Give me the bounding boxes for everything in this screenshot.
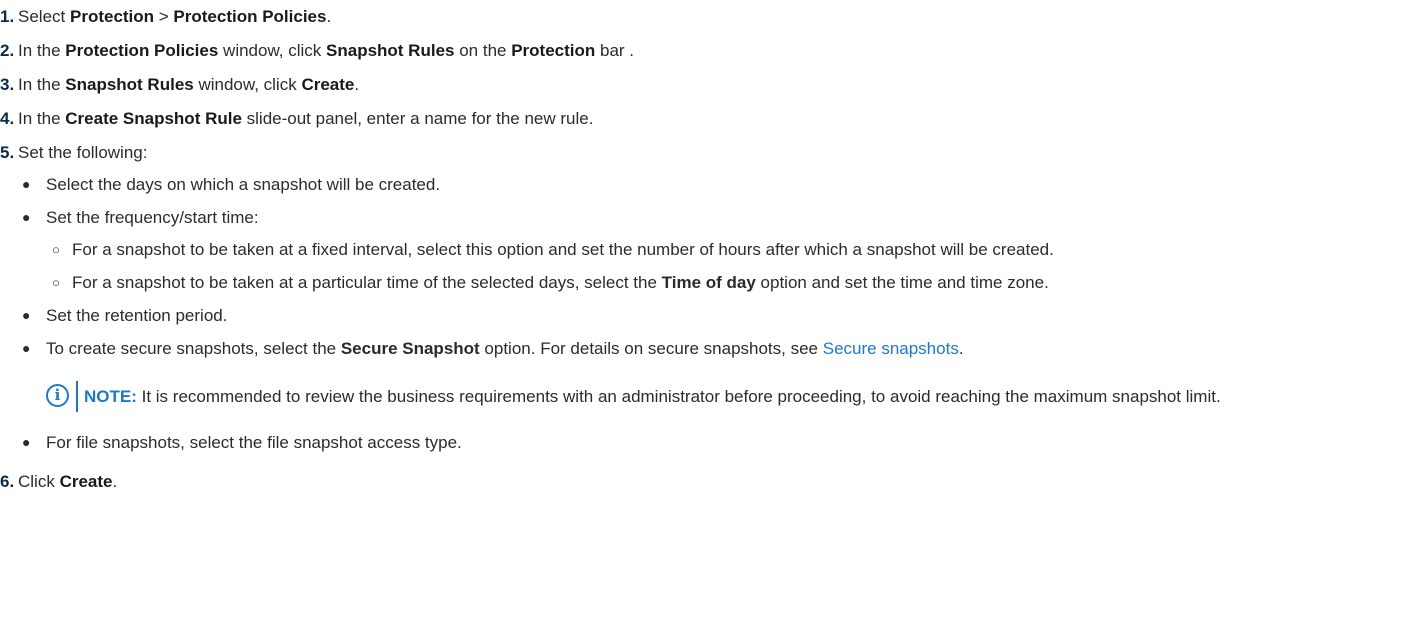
list-item: ○ For a snapshot to be taken at a partic…	[46, 270, 1412, 295]
bullet-icon: ●	[22, 307, 31, 323]
step-number: 2.	[0, 41, 15, 60]
step-number: 3.	[0, 75, 15, 94]
step-number: 5.	[0, 143, 15, 162]
settings-list: ● Select the days on which a snapshot wi…	[0, 172, 1418, 361]
bullet-icon: ●	[22, 176, 31, 192]
info-icon: i	[46, 384, 69, 407]
secure-snapshots-link[interactable]: Secure snapshots	[823, 339, 959, 358]
menu-protection: Protection	[69, 7, 155, 26]
step-2: 2. In the Protection Policies window, cl…	[0, 38, 1418, 63]
bullet-icon: ●	[22, 434, 31, 450]
step-5: 5. Set the following: ● Select the days …	[0, 140, 1418, 455]
step-4: 4. In the Create Snapshot Rule slide-out…	[0, 106, 1418, 131]
list-item: ● For file snapshots, select the file sn…	[0, 430, 1418, 455]
step-3: 3. In the Snapshot Rules window, click C…	[0, 72, 1418, 97]
step-6: 6. Click Create.	[0, 469, 1418, 494]
step-text: In the Snapshot Rules window, click Crea…	[18, 75, 360, 94]
note-divider	[76, 381, 78, 412]
step-text: Set the following:	[18, 143, 148, 162]
step-text: Select Protection > Protection Policies.	[18, 7, 332, 26]
procedure-document: 1. Select Protection > Protection Polici…	[0, 0, 1418, 503]
list-item: ● To create secure snapshots, select the…	[0, 336, 1418, 361]
step-text: In the Protection Policies window, click…	[18, 41, 635, 60]
settings-list-continued: ● For file snapshots, select the file sn…	[0, 430, 1418, 455]
note-callout: i NOTE: It is recommended to review the …	[46, 381, 1364, 412]
step-text: In the Create Snapshot Rule slide-out pa…	[18, 109, 594, 128]
list-item: ● Select the days on which a snapshot wi…	[0, 172, 1418, 197]
step-number: 1.	[0, 7, 15, 26]
bullet-icon: ●	[22, 209, 31, 225]
sub-bullet-icon: ○	[52, 275, 60, 290]
frequency-options-list: ○ For a snapshot to be taken at a fixed …	[46, 237, 1418, 295]
list-item: ● Set the retention period.	[0, 303, 1418, 328]
step-number: 4.	[0, 109, 15, 128]
note-label: NOTE:	[84, 387, 137, 406]
list-item: ○ For a snapshot to be taken at a fixed …	[46, 237, 1412, 262]
step-text: Click Create.	[18, 472, 118, 491]
note-text: It is recommended to review the business…	[136, 387, 1221, 406]
step-1: 1. Select Protection > Protection Polici…	[0, 4, 1418, 29]
step-number: 6.	[0, 472, 15, 491]
list-item: ● Set the frequency/start time: ○ For a …	[0, 205, 1418, 295]
menu-protection-policies: Protection Policies	[173, 7, 327, 26]
bullet-icon: ●	[22, 340, 31, 356]
sub-bullet-icon: ○	[52, 242, 60, 257]
